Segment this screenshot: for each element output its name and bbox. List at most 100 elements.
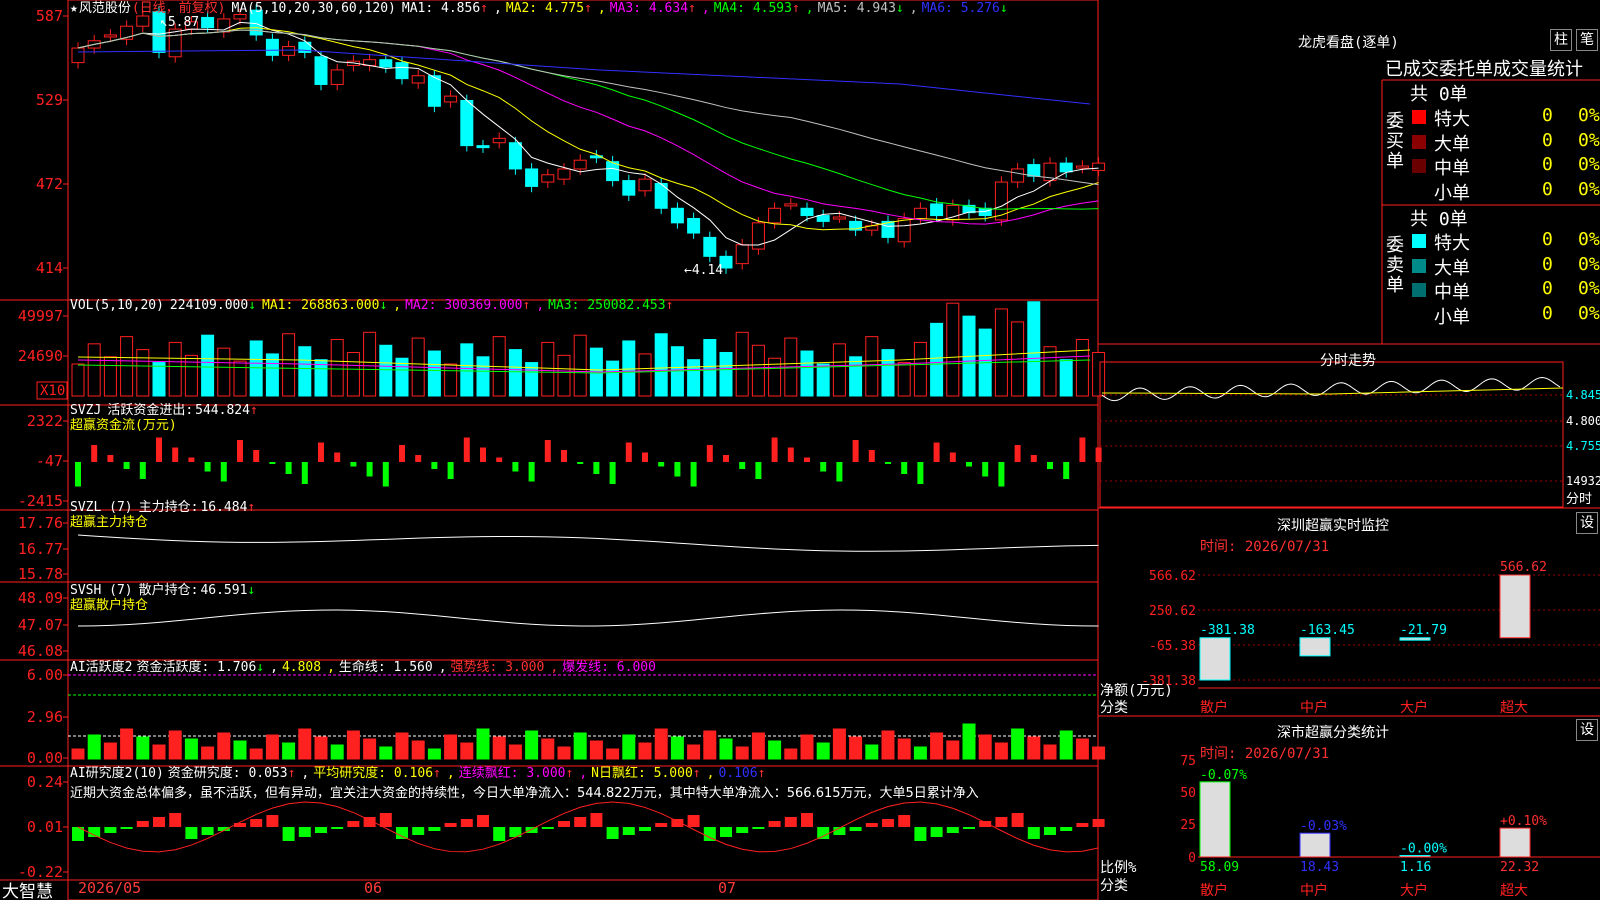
ai-research-bar-48 [849,827,862,831]
tab-volume-stats[interactable]: 成交量统计 [1493,55,1583,81]
svzj-bar-27 [512,462,519,472]
sell-row-pct-1: 0% [1578,253,1600,275]
ai-research-bar-43 [768,821,781,827]
ai-research-bar-60 [1044,827,1056,835]
ai-active-bar-41 [735,746,749,760]
buy-row-pct-3: 0% [1578,178,1600,200]
sz-category-label-2: 1.16 [1400,860,1431,875]
vol-bar-29 [541,341,555,397]
sz-monitor-axis-2: -65.38 [1149,639,1196,654]
ai-research-bar-40 [720,827,732,837]
candle-body-0 [71,47,85,64]
candle-body-58 [1011,168,1025,183]
ai-active-bar-38 [687,744,701,760]
svzj-header: SVZJ 活跃资金进出: 544.824↑ [70,403,264,419]
ai-active-bar-17 [346,730,360,760]
svzj-bar-60 [1047,462,1053,469]
candle-body-47 [832,216,846,220]
svzj-bar-5 [156,437,162,462]
vol-bar-39 [703,339,717,397]
svzl-header: SVZL (7) 主力持仓: 16.484↑ [70,500,261,516]
ai-research-bar-7 [185,827,198,839]
vol-bar-38 [687,359,701,397]
ai-active-bar-26 [492,736,506,760]
period-label[interactable]: (日线，前复权) [132,1,226,16]
sz-category-bar-3 [1499,827,1531,858]
svzj-bar-45 [804,457,810,462]
ai-research-bar-41 [736,827,749,833]
sz-monitor-val-1: -163.45 [1300,623,1355,638]
vol-bar-7 [184,354,198,397]
sell-row-label-1: 大单 [1434,257,1470,279]
ai-active-bar-48 [849,736,863,760]
ai-active-bar-44 [784,748,798,760]
sell-swatch-2 [1412,283,1426,297]
candle-body-4 [136,15,150,27]
vol-bar-22 [427,350,441,397]
ai-active-bar-22 [427,748,441,760]
bar-mode-button[interactable]: 柱 [1550,29,1572,51]
ai-research-bar-49 [865,823,878,827]
ai-active-bar-47 [832,728,846,760]
ai-active-bar-54 [946,740,960,760]
tab-orders[interactable]: 委托单 [1439,55,1493,81]
svzj-bar-57 [998,462,1005,487]
svzj-bar-12 [269,462,276,464]
candle-body-22 [427,75,441,107]
kline-chart-area[interactable]: 587 529 472 414 49997 24690 2322 -47 -2415 17.76 1… [0,0,1600,900]
main-header: ★风范股份(日线，前复权) MA(5,10,20,30,60,120) MA1: 4… [70,1,1024,17]
sz-category-axis-3: 0 [1188,851,1196,866]
ai-research-item-4: 0.106↑ [718,766,766,781]
ai-research-bar-19 [379,813,392,827]
svzj-bar-20 [399,445,405,462]
svzj-axis-label-2: -2415 [18,492,63,510]
svzj-bar-24 [463,437,470,462]
vol-bar-11 [249,340,263,397]
vol-bar-52 [913,341,927,397]
ai-research-bar-58 [1011,813,1024,827]
buy-swatch-0 [1412,110,1426,124]
candle-body-20 [395,62,409,80]
ai-active-bar-3 [120,728,134,760]
star-icon[interactable]: ★ [70,1,78,16]
ai-active-bar-35 [638,742,652,760]
ai-active-bar-39 [703,730,717,760]
buy-row-label-0: 特大 [1434,109,1470,130]
svsh-axis-label-1: 47.07 [18,616,63,634]
vol-bar-12 [265,353,279,397]
ai-active-bar-9 [217,732,231,760]
price-axis-label-0: 587 [36,7,63,25]
price-axis-label-1: 529 [36,91,63,109]
ai-research-bar-53 [930,827,943,837]
svzj-bar-6 [172,447,179,462]
buy-swatch-2 [1412,159,1426,173]
ai-research-bar-46 [817,827,830,839]
sz-monitor-time: 时间: 2026/07/31 [1200,539,1330,555]
svzj-bar-56 [982,462,989,477]
candle-body-24 [460,99,474,147]
vol-bar-59 [1027,301,1041,397]
svzj-bar-58 [1014,445,1021,462]
ai-research-bar-2 [104,827,117,833]
buy-row-label-1: 大单 [1434,133,1470,155]
ai-active-item-3: 强势线: 3.000, [450,660,559,675]
svzj-bar-55 [966,462,972,467]
ai-research-bar-50 [882,819,894,827]
ai-research-bar-44 [784,817,797,827]
ai-research-bar-30 [558,821,570,827]
tick-mode-button[interactable]: 笔 [1576,29,1598,51]
svzj-bar-23 [447,462,454,479]
svzj-bar-62 [1079,437,1086,462]
tab-filled[interactable]: 已成交 [1385,55,1439,81]
vol-bar-18 [363,331,377,397]
sz-category-cat-2: 大户 [1400,882,1428,899]
intraday-axis-1: 4.800 [1566,414,1600,428]
sz-category-settings-button[interactable]: 设 [1576,719,1598,741]
intraday-title: 分时走势 [1320,353,1376,369]
ai-active-bar-33 [606,748,620,760]
candle-body-6 [168,28,182,58]
intraday-axis-2: 4.755 [1566,439,1600,453]
sz-monitor-settings-button[interactable]: 设 [1576,512,1598,534]
ai-active-bar-34 [622,734,636,760]
buy-row-count-1: 0 [1542,129,1553,151]
